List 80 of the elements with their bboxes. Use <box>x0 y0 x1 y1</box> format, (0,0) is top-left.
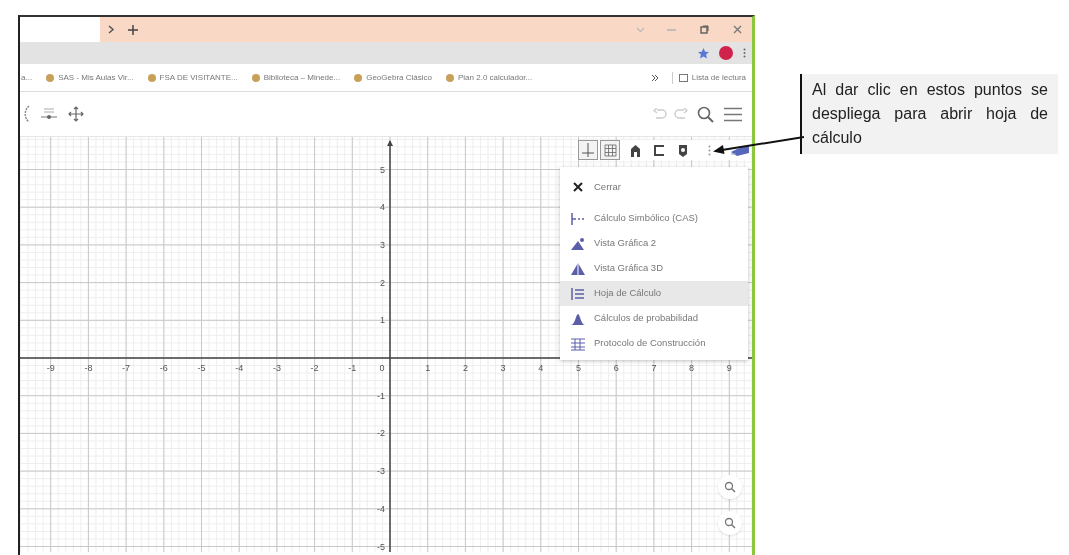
graph-view-icon <box>570 236 586 251</box>
bookmark-link[interactable]: FSA DE VISITANTE... <box>147 71 238 84</box>
bookmark-favicon-icon <box>354 73 363 82</box>
grid-icon <box>603 143 617 157</box>
search-icon[interactable] <box>697 105 714 123</box>
bookmark-favicon-icon <box>251 73 260 82</box>
axis-label: 4 <box>538 363 544 373</box>
chevron-double-right-icon[interactable] <box>651 74 658 81</box>
axis-label: -6 <box>159 363 168 373</box>
axis-label: 1 <box>380 315 385 326</box>
bookmark-favicon-icon <box>147 73 156 82</box>
cas-icon <box>570 211 586 226</box>
reading-list-link[interactable]: Lista de lectura <box>671 71 746 84</box>
table-icon <box>570 336 586 351</box>
menu-item[interactable]: Protocolo de Construcción <box>560 331 748 356</box>
axis-label: -1 <box>348 363 357 373</box>
arc-tool-icon[interactable] <box>22 105 30 123</box>
bookmark-favicon-icon <box>46 73 55 82</box>
menu-item[interactable]: Cerrar <box>560 171 748 203</box>
axis-label: -2 <box>310 363 319 373</box>
bookmark-link[interactable]: Plan 2.0 calculador... <box>445 71 533 84</box>
axis-label: -9 <box>46 363 55 373</box>
home-icon[interactable] <box>630 143 641 157</box>
bracket-icon[interactable] <box>653 144 665 156</box>
bookmark-link[interactable]: SAS - Mis Aulas Vir... <box>46 71 134 84</box>
slider-tool-icon[interactable] <box>40 107 58 121</box>
axis-label: 3 <box>500 363 506 373</box>
plus-icon[interactable] <box>128 24 138 35</box>
bookmark-link[interactable]: GeoGebra Clásico <box>354 71 432 84</box>
axis-label: 4 <box>380 202 385 213</box>
axis-label: 0 <box>379 363 385 373</box>
restore-icon[interactable] <box>700 25 709 34</box>
axis-label: 6 <box>613 363 619 373</box>
annotation-callout: Al dar clic en estos puntos se despliega para abrir hoja de cálculo <box>800 74 1058 154</box>
reading-list-icon <box>678 73 688 82</box>
chevron-right-icon[interactable] <box>108 25 115 34</box>
zoom-in-button[interactable] <box>718 475 742 499</box>
axis-label: -4 <box>377 503 385 514</box>
menu-item[interactable]: Vista Gráfica 2 <box>560 231 748 256</box>
menu-item[interactable]: Vista Gráfica 3D <box>560 256 748 281</box>
axes-toggle[interactable] <box>578 140 598 160</box>
axis-label: 9 <box>726 363 732 373</box>
more-vertical-icon[interactable] <box>743 48 746 58</box>
bookmark-link[interactable]: a... <box>21 71 33 84</box>
close-icon <box>573 182 583 192</box>
menu-item[interactable]: Cálculo Simbólico (CAS) <box>560 206 748 231</box>
profile-avatar[interactable] <box>719 46 733 60</box>
axis-label: -7 <box>122 363 131 373</box>
axis-label: -4 <box>235 363 244 373</box>
axis-label: -5 <box>197 363 206 373</box>
axis-label: 1 <box>425 363 431 373</box>
axis-label: -1 <box>377 390 385 401</box>
more-vertical-icon[interactable] <box>708 144 711 156</box>
bookmark-link[interactable]: Biblioteca – Minede... <box>251 71 341 84</box>
axis-label: 2 <box>380 277 385 288</box>
search-icon <box>724 481 736 493</box>
axis-label: -3 <box>272 363 281 373</box>
axis-label: -5 <box>377 541 385 552</box>
zoom-out-button[interactable] <box>718 511 742 535</box>
star-icon[interactable] <box>698 47 709 59</box>
axis-label: -3 <box>377 466 385 477</box>
move-icon[interactable] <box>68 106 84 122</box>
axis-label: 5 <box>380 164 385 175</box>
pyramid-icon <box>570 261 586 276</box>
spreadsheet-icon <box>570 286 586 301</box>
axis-label: 5 <box>576 363 581 373</box>
search-icon <box>724 517 736 529</box>
menu-item[interactable]: Cálculos de probabilidad <box>560 306 748 331</box>
axis-label: 8 <box>689 363 695 373</box>
bookmark-favicon-icon <box>445 73 454 82</box>
grid-toggle[interactable] <box>600 140 620 160</box>
axis-label: -8 <box>84 363 93 373</box>
axis-label: -2 <box>377 428 385 439</box>
axis-label: 7 <box>651 363 657 373</box>
axes-icon <box>582 143 594 157</box>
axis-label: 2 <box>462 363 468 373</box>
close-icon[interactable] <box>733 25 742 34</box>
axis-label: 3 <box>380 239 385 250</box>
menu-item[interactable]: Hoja de Cálculo <box>560 281 748 306</box>
menu-icon[interactable] <box>724 106 742 122</box>
